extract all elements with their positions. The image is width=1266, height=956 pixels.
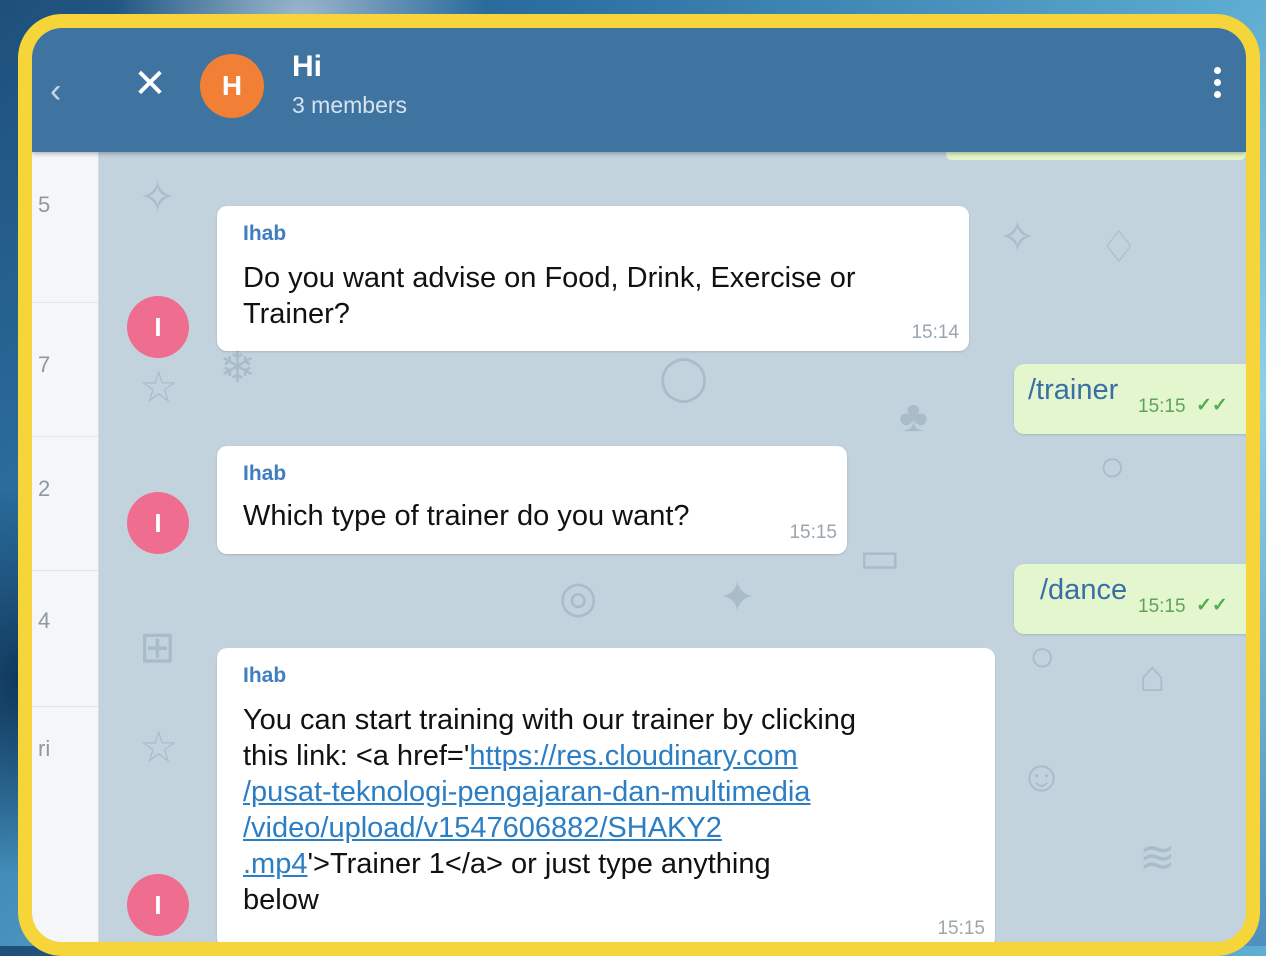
circle-doodle-icon: ○ (1029, 632, 1056, 681)
chat-list-fragment: ri (38, 736, 51, 761)
message-text: /dance (1040, 574, 1128, 606)
chat-list-strip: 5 7 2 4 ri (32, 28, 99, 942)
hat-doodle-icon: ⌂ (1139, 652, 1166, 701)
postcard-doodle-icon: ▭ (859, 533, 901, 582)
sender-name[interactable]: Ihab (243, 462, 286, 486)
member-count[interactable]: 3 members (292, 92, 407, 119)
chat-list-item[interactable]: ri (32, 706, 98, 906)
trainer-link[interactable]: https://res.cloudinary.com (469, 740, 797, 772)
message-text: Which type of trainer do you want? (243, 500, 690, 532)
message-fragment: this link: <a href=' (243, 740, 470, 772)
trainer-link[interactable]: .mp4 (243, 848, 307, 880)
chat-list-fragment: 2 (38, 476, 51, 501)
message-line: /video/upload/v1547606882/SHAKY2 (243, 810, 856, 846)
message-line: /pusat-teknologi-pengajaran-dan-multimed… (243, 774, 856, 810)
chat-list-item[interactable]: 4 (32, 570, 98, 707)
device-frame: 5 7 2 4 ri ✧ ✧ ♢ ☆ ❄ ❄ ♣ ○ (18, 14, 1260, 956)
outgoing-message[interactable]: /trainer 15:15 ✓✓ (1014, 364, 1246, 434)
message-fragment: '>Trainer 1</a> or just type anything (307, 848, 771, 880)
message-text: You can start training with our trainer … (243, 702, 856, 918)
sender-avatar[interactable]: I (127, 874, 189, 936)
previous-message-edge (946, 152, 1246, 160)
chat-list-fragment: 5 (38, 192, 51, 217)
message-text: /trainer (1028, 374, 1119, 406)
double-check-icon: ✓✓ (1196, 395, 1228, 416)
chat-title[interactable]: Hi (292, 50, 322, 84)
chat-list-item[interactable]: 7 (32, 302, 98, 437)
tree-doodle-icon: ♣ (899, 392, 928, 441)
sender-name[interactable]: Ihab (243, 664, 286, 688)
message-time: 15:14 (911, 322, 959, 343)
trainer-link[interactable]: /video/upload/v1547606882/SHAKY2 (243, 812, 722, 844)
chat-list-fragment: 7 (38, 352, 51, 377)
message-line: You can start training with our trainer … (243, 704, 857, 736)
chat-list-fragment: 4 (38, 608, 51, 633)
chat-list-item[interactable]: 2 (32, 436, 98, 571)
sender-avatar[interactable]: I (127, 296, 189, 358)
star-doodle-icon: ✧ (999, 213, 1036, 262)
chat-area[interactable]: ✧ ✧ ♢ ☆ ❄ ❄ ♣ ○ ◯ ▭ ◎ ✦ ⊞ ☆ ○ ⌂ ☺ ≋ I Ih… (99, 152, 1246, 942)
message-time: 15:15 (1138, 396, 1186, 417)
incoming-message[interactable]: Ihab Do you want advise on Food, Drink, … (217, 206, 969, 351)
incoming-message[interactable]: Ihab Which type of trainer do you want? … (217, 446, 847, 554)
message-text: Do you want advise on Food, Drink, Exerc… (243, 260, 856, 332)
pancake-doodle-icon: ≋ (1139, 833, 1176, 882)
trainer-link[interactable]: /pusat-teknologi-pengajaran-dan-multimed… (243, 776, 810, 808)
chat-header: ‹ ✕ H Hi 3 members (32, 28, 1246, 152)
face-doodle-icon: ☺ (1019, 752, 1064, 801)
sender-avatar[interactable]: I (127, 492, 189, 554)
star-doodle-icon: ✧ (139, 173, 176, 222)
back-icon[interactable]: ‹ (50, 72, 61, 111)
ornament-doodle-icon: ◯ (659, 353, 709, 402)
message-line: this link: <a href='https://res.cloudina… (243, 738, 856, 774)
gift-doodle-icon: ⊞ (139, 623, 176, 672)
sock-doodle-icon: ♢ (1099, 223, 1139, 272)
double-check-icon: ✓✓ (1196, 595, 1228, 616)
message-time: 15:15 (1138, 596, 1186, 617)
sender-name[interactable]: Ihab (243, 222, 286, 246)
message-line: Do you want advise on Food, Drink, Exerc… (243, 262, 856, 294)
message-line: .mp4'>Trainer 1</a> or just type anythin… (243, 846, 856, 882)
circle-doodle-icon: ○ (1099, 442, 1126, 491)
message-line: below (243, 884, 319, 916)
message-line: Trainer? (243, 298, 350, 330)
message-time: 15:15 (937, 918, 985, 939)
telegram-screen: 5 7 2 4 ri ✧ ✧ ♢ ☆ ❄ ❄ ♣ ○ (32, 28, 1246, 942)
close-icon[interactable]: ✕ (128, 62, 172, 106)
spiral-doodle-icon: ◎ (559, 573, 598, 622)
more-options-icon[interactable] (1206, 64, 1228, 108)
incoming-message[interactable]: Ihab You can start training with our tra… (217, 648, 995, 942)
group-avatar[interactable]: H (200, 54, 264, 118)
outgoing-message[interactable]: /dance 15:15 ✓✓ (1014, 564, 1246, 634)
star-doodle-icon: ☆ (139, 363, 179, 412)
message-time: 15:15 (789, 522, 837, 543)
star-doodle-icon: ✦ (719, 573, 756, 622)
star-doodle-icon: ☆ (139, 723, 179, 772)
chat-list-item[interactable]: 5 (32, 152, 98, 303)
